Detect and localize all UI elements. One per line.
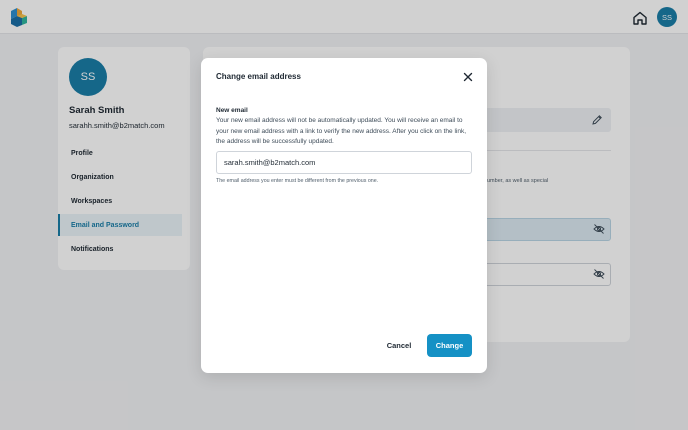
cancel-button[interactable]: Cancel [381,334,417,357]
change-email-dialog: Change email address New email Your new … [201,58,487,373]
new-email-help-text: The email address you enter must be diff… [216,178,379,184]
dialog-title: Change email address [216,72,301,81]
close-icon[interactable] [462,71,474,83]
new-email-description: Your new email address will not be autom… [216,117,467,145]
change-button[interactable]: Change [427,334,472,357]
new-email-label: New email [216,107,248,114]
new-email-input[interactable] [216,151,472,174]
